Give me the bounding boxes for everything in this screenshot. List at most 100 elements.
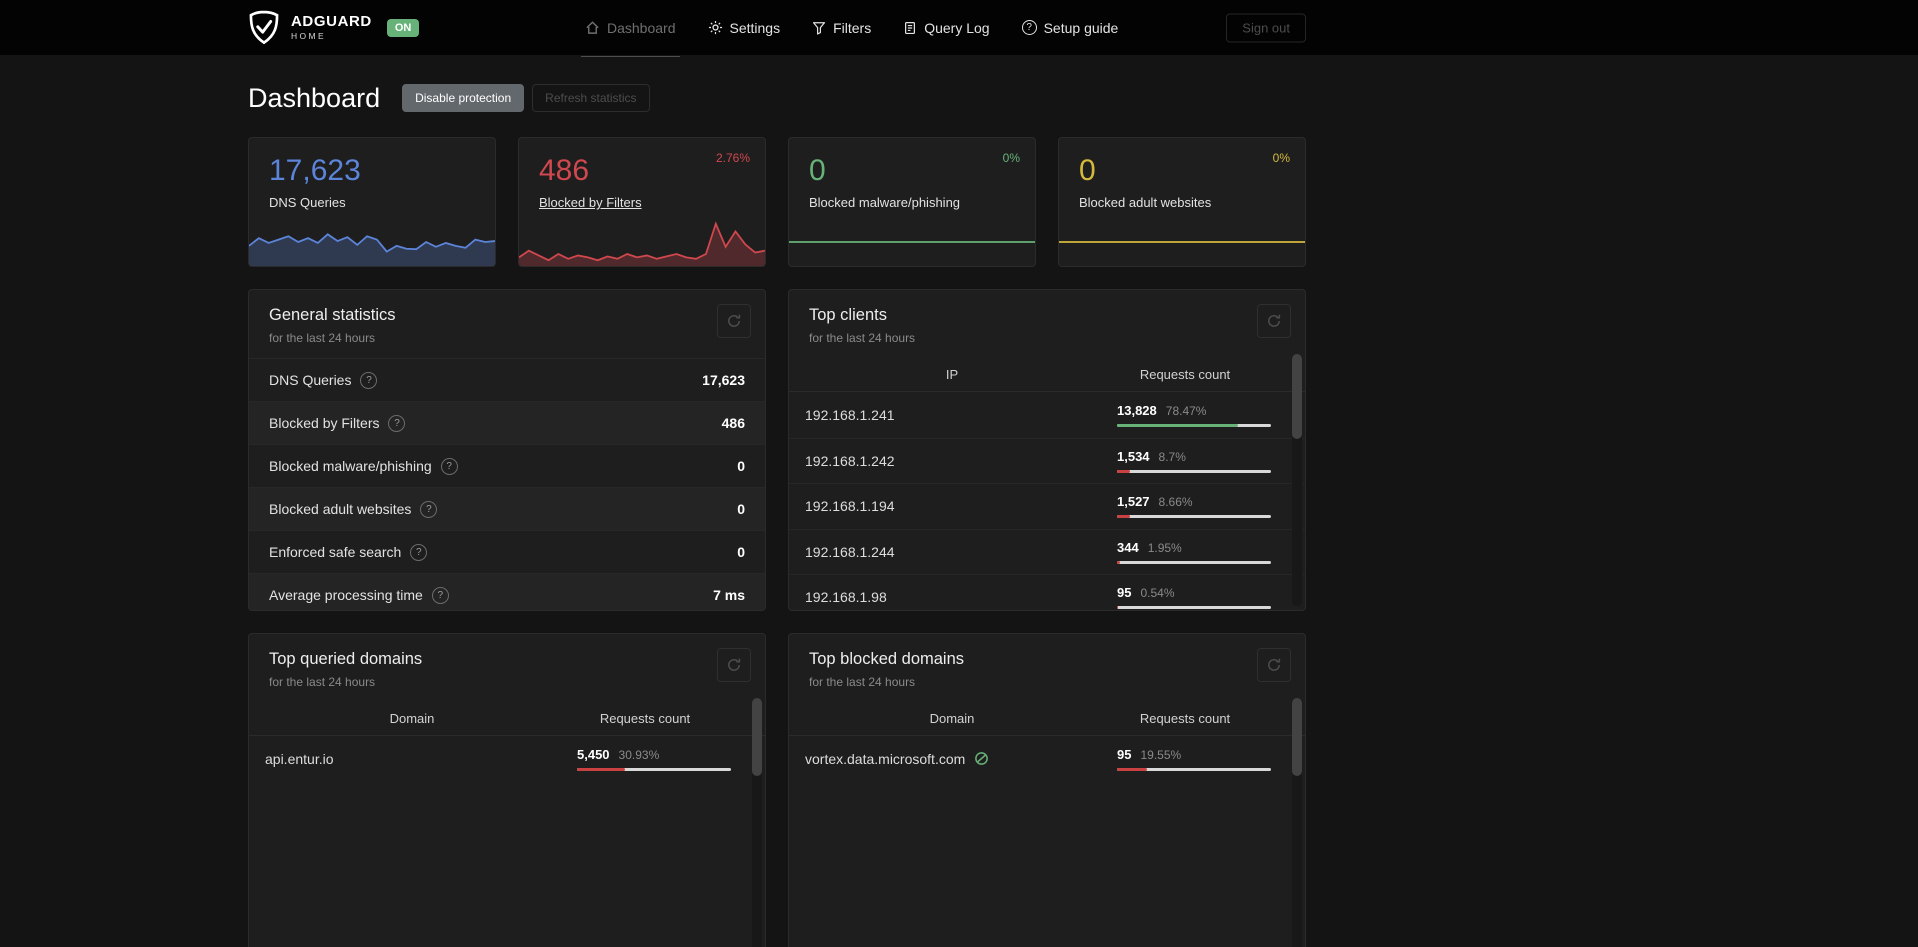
panel-header: Top blocked domains for the last 24 hour…	[789, 634, 1305, 702]
requests-count: 95	[1117, 585, 1132, 601]
client-ip-link[interactable]: 192.168.1.242	[805, 453, 1117, 469]
stats-row-label: Blocked adult websites ?	[269, 500, 438, 518]
bottom-panels: Top queried domains for the last 24 hour…	[248, 633, 1306, 947]
panel-subtitle: for the last 24 hours	[809, 675, 916, 689]
progress-bar	[1117, 469, 1271, 473]
domain-link[interactable]: api.entur.io	[265, 751, 577, 767]
requests-count: 13,828	[1117, 402, 1157, 418]
general-statistics-rows: DNS Queries ? 17,623 Blocked by Filters …	[249, 358, 765, 610]
refresh-icon[interactable]	[1257, 304, 1291, 338]
progress-bar	[1117, 560, 1271, 564]
blocked-by-filters-link[interactable]: Blocked by Filters	[539, 195, 765, 210]
stat-percent: 0%	[1272, 151, 1290, 165]
stats-row: DNS Queries ? 17,623	[249, 358, 765, 401]
stat-label: Blocked malware/phishing	[809, 195, 961, 210]
domain-link[interactable]: vortex.data.microsoft.com	[805, 751, 1117, 767]
question-icon[interactable]: ?	[410, 543, 428, 561]
refresh-icon[interactable]	[717, 648, 751, 682]
stats-row: Enforced safe search ? 0	[249, 530, 765, 573]
column-requests-count: Requests count	[1139, 367, 1231, 382]
count-line: 344 1.95%	[1117, 540, 1271, 555]
scrollbar-thumb[interactable]	[752, 698, 762, 776]
nav-label: Query Log	[924, 19, 990, 36]
progress-bar	[1117, 423, 1271, 427]
disable-protection-button[interactable]: Disable protection	[402, 84, 525, 112]
stat-card-blocked-by-filters: 486 Blocked by Filters 2.76%	[518, 137, 766, 267]
domain-text: vortex.data.microsoft.com	[805, 750, 966, 767]
nav-label: Filters	[833, 19, 872, 36]
refresh-icon[interactable]	[717, 304, 751, 338]
sign-out-button[interactable]: Sign out	[1226, 13, 1306, 42]
top-queried-rows: api.entur.io 5,450 30.93%	[249, 736, 765, 782]
stats-row-label: Blocked by Filters ?	[269, 414, 406, 432]
nav-label: Settings	[729, 19, 781, 36]
question-icon[interactable]: ?	[431, 586, 449, 604]
blocked-malware-sparkline	[789, 218, 1035, 266]
nav-dashboard[interactable]: Dashboard	[581, 0, 679, 57]
brand-name: ADGUARD	[291, 13, 372, 31]
refresh-icon[interactable]	[1257, 648, 1291, 682]
blocked-icon	[974, 751, 989, 766]
question-icon[interactable]: ?	[420, 500, 438, 518]
stats-row-label: Enforced safe search ?	[269, 543, 428, 561]
nav-setup-guide[interactable]: ? Setup guide	[1021, 0, 1118, 55]
question-icon[interactable]: ?	[440, 457, 458, 475]
requests-count: 1,534	[1117, 448, 1150, 464]
stat-cards-row: 17,623 DNS Queries 486 Blocked by Filter…	[248, 137, 1306, 267]
dns-queries-sparkline	[249, 218, 495, 266]
nav-label: Dashboard	[607, 19, 676, 36]
requests-percent: 19.55%	[1140, 747, 1182, 762]
stats-row-text: Blocked adult websites	[269, 501, 412, 517]
table-row: vortex.data.microsoft.com 95 19.55%	[789, 736, 1305, 782]
progress-bar-fill	[1117, 560, 1120, 564]
stats-row-label: DNS Queries ?	[269, 371, 378, 389]
stats-row-text: Average processing time	[269, 587, 423, 603]
brand-text: ADGUARD HOME	[291, 14, 372, 41]
column-ip: IP	[945, 367, 959, 382]
requests-percent: 30.93%	[618, 747, 660, 762]
panel-subtitle: for the last 24 hours	[809, 331, 916, 345]
stat-percent: 2.76%	[715, 151, 750, 165]
progress-bar	[1117, 515, 1271, 519]
client-ip-link[interactable]: 192.168.1.194	[805, 498, 1117, 514]
stats-row: Average processing time ? 7 ms	[249, 573, 765, 610]
progress-bar-fill	[1117, 515, 1131, 519]
brand[interactable]: ADGUARD HOME ON	[248, 10, 420, 46]
table-row: api.entur.io 5,450 30.93%	[249, 736, 765, 782]
top-blocked-rows: vortex.data.microsoft.com 95 19.55%	[789, 736, 1305, 782]
scrollbar-thumb[interactable]	[1292, 698, 1302, 776]
nav-query-log[interactable]: Query Log	[903, 0, 990, 55]
scrollbar-track[interactable]	[752, 698, 762, 947]
top-clients-panel: Top clients for the last 24 hours IP Req…	[788, 289, 1306, 611]
brand-subname: HOME	[291, 31, 327, 42]
table-header: IP Requests count	[789, 358, 1305, 392]
stats-row-value: 486	[721, 415, 745, 431]
stats-row-value: 0	[737, 458, 745, 474]
top-blocked-domains-panel: Top blocked domains for the last 24 hour…	[788, 633, 1306, 947]
nav-filters[interactable]: Filters	[812, 0, 871, 55]
table-row: 192.168.1.241 13,828 78.47%	[789, 392, 1305, 438]
panel-subtitle: for the last 24 hours	[269, 675, 376, 689]
question-icon[interactable]: ?	[388, 414, 406, 432]
scrollbar-track[interactable]	[1292, 698, 1302, 947]
client-ip-link[interactable]: 192.168.1.244	[805, 544, 1117, 560]
stats-row-text: Enforced safe search	[269, 544, 402, 560]
question-icon[interactable]: ?	[360, 371, 378, 389]
scrollbar-thumb[interactable]	[1292, 354, 1302, 439]
client-ip-link[interactable]: 192.168.1.241	[805, 407, 1117, 423]
protection-on-badge: ON	[386, 18, 420, 37]
top-queried-domains-panel: Top queried domains for the last 24 hour…	[248, 633, 766, 947]
requests-count-cell: 95 19.55%	[1117, 747, 1271, 771]
question-circle-icon: ?	[1021, 20, 1037, 35]
nav-settings[interactable]: Settings	[708, 0, 781, 55]
requests-percent: 78.47%	[1165, 403, 1207, 418]
query-log-icon	[903, 21, 917, 35]
count-line: 95 0.54%	[1117, 585, 1271, 600]
client-ip-link[interactable]: 192.168.1.98	[805, 589, 1117, 605]
panel-header: General statistics for the last 24 hours	[249, 290, 765, 358]
refresh-statistics-button[interactable]: Refresh statistics	[532, 84, 650, 112]
requests-count-cell: 1,534 8.7%	[1117, 449, 1271, 473]
stats-row-label: Average processing time ?	[269, 586, 449, 604]
stats-row-text: Blocked malware/phishing	[269, 458, 432, 474]
scrollbar-track[interactable]	[1292, 354, 1302, 606]
